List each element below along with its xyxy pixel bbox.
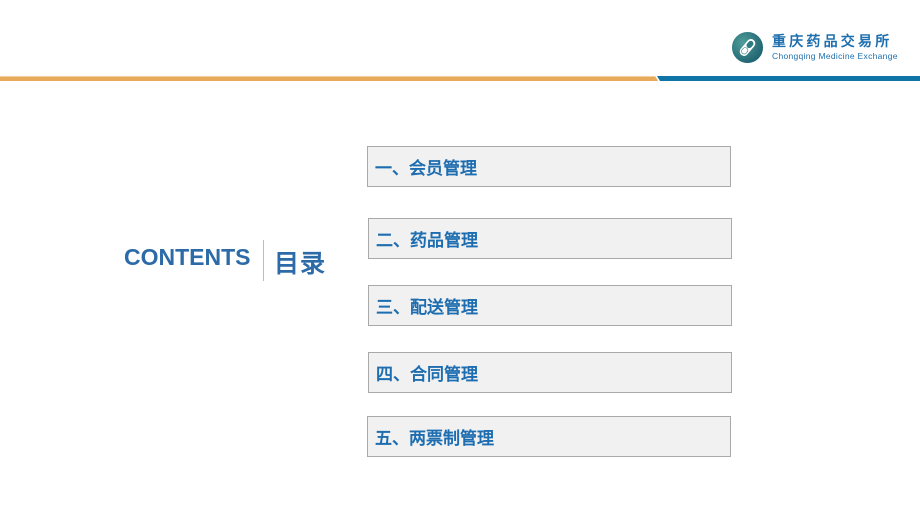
- toc-item-delivery-management[interactable]: 三、配送管理: [368, 285, 732, 326]
- pill-capsule-logo-icon: [731, 31, 764, 63]
- company-logo: 重庆药品交易所 Chongqing Medicine Exchange: [731, 30, 898, 64]
- toc-item-label: 五、两票制管理: [375, 429, 494, 449]
- contents-title-cn: 目录: [274, 249, 327, 278]
- toc-item-label: 一、会员管理: [375, 159, 477, 179]
- header-band: [0, 75, 920, 83]
- toc-item-member-management[interactable]: 一、会员管理: [367, 146, 731, 187]
- toc-item-label: 二、药品管理: [376, 231, 478, 251]
- company-name-en: Chongqing Medicine Exchange: [772, 50, 898, 61]
- toc-item-label: 四、合同管理: [376, 365, 478, 385]
- toc-item-drug-management[interactable]: 二、药品管理: [368, 218, 732, 259]
- toc-item-contract-management[interactable]: 四、合同管理: [368, 352, 732, 393]
- company-name-cn: 重庆药品交易所: [772, 33, 893, 50]
- header-band-blue: [657, 76, 920, 81]
- toc-item-label: 三、配送管理: [376, 298, 478, 318]
- header-band-orange-highlight: [0, 76, 655, 77]
- title-divider: [263, 240, 264, 281]
- contents-title-en: CONTENTS: [124, 244, 251, 270]
- toc-item-two-invoice-management[interactable]: 五、两票制管理: [367, 416, 731, 457]
